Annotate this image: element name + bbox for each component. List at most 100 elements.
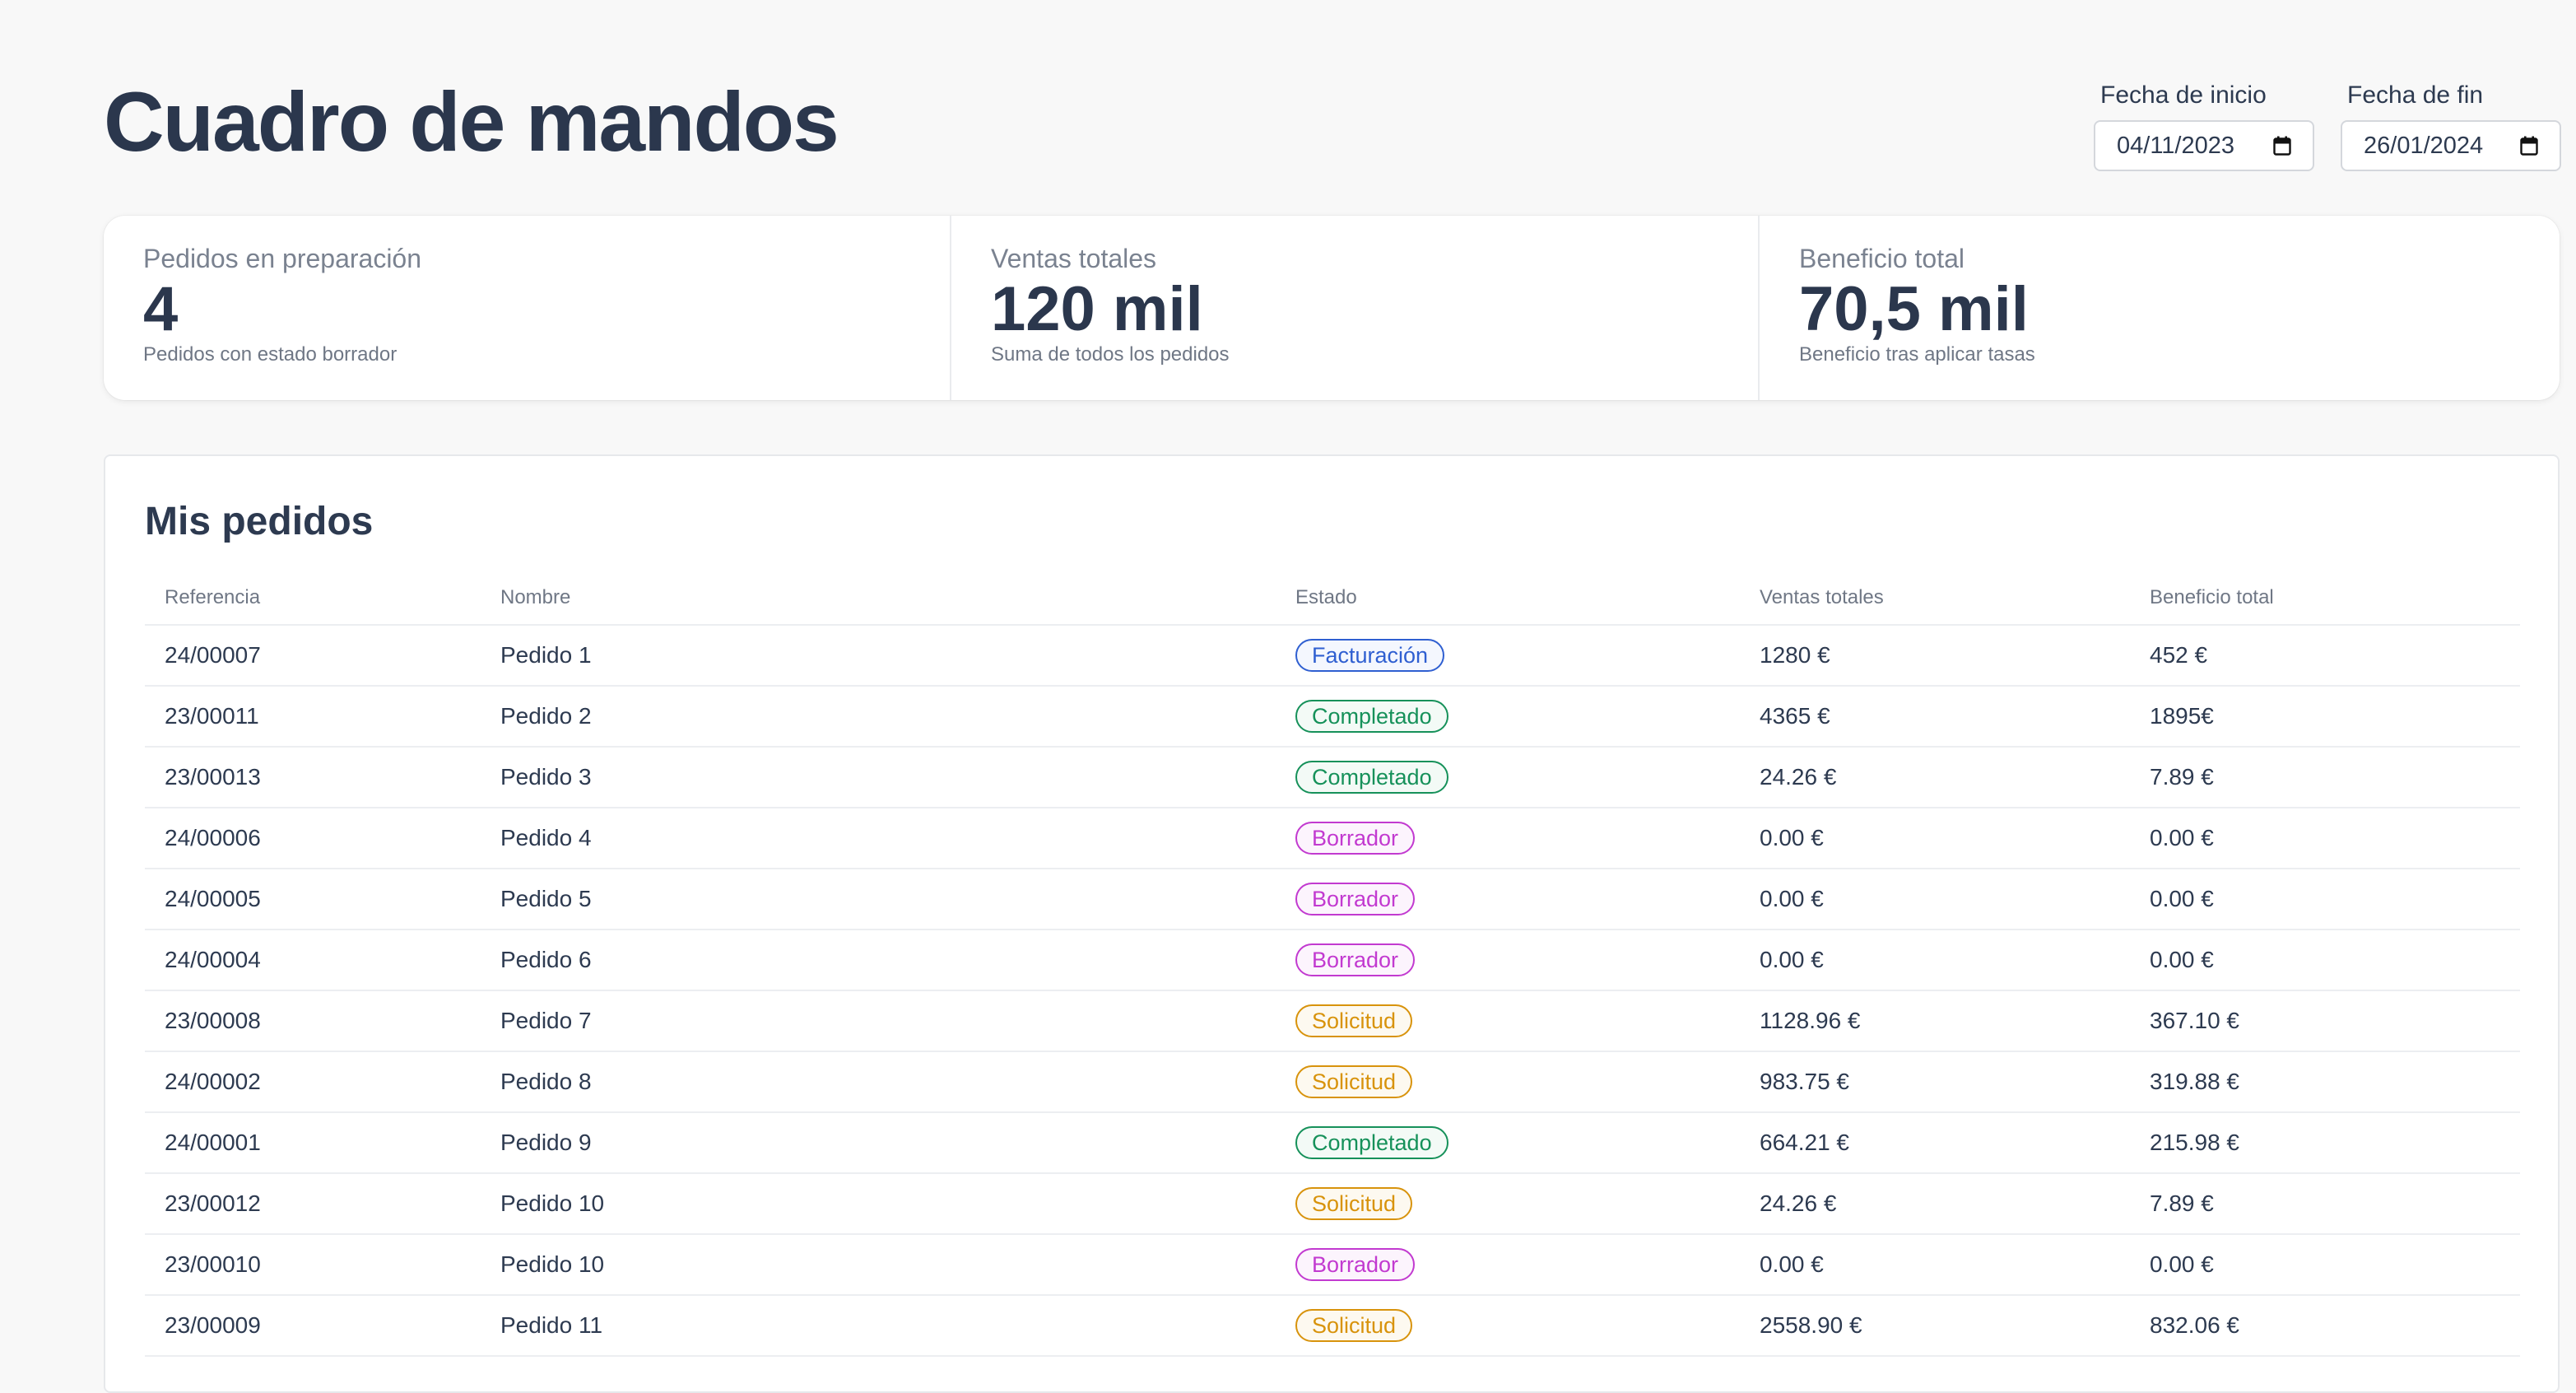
order-total-sales-cell: 0.00 € — [1740, 808, 2130, 869]
order-name-cell: Pedido 1 — [481, 625, 1276, 687]
order-total-profit: 0.00 € — [2150, 825, 2214, 850]
order-total-sales: 0.00 € — [1760, 886, 1824, 911]
order-status-cell: Solicitud — [1276, 990, 1740, 1052]
order-reference-cell: 23/00013 — [145, 747, 481, 808]
order-name-cell: Pedido 11 — [481, 1295, 1276, 1357]
start-date-label: Fecha de inicio — [2100, 82, 2267, 109]
order-total-profit-cell: 0.00 € — [2130, 808, 2520, 869]
order-total-profit: 452 € — [2150, 642, 2208, 668]
stat-description: Suma de todos los pedidos — [991, 343, 1230, 366]
order-total-sales-cell: 24.26 € — [1740, 747, 2130, 808]
order-total-sales: 24.26 € — [1760, 1190, 1837, 1216]
column-header-total-sales[interactable]: Ventas totales — [1740, 571, 2130, 626]
table-row[interactable]: 24/00006 Pedido 4 Borrador 0.00 € 0.00 € — [145, 808, 2520, 869]
order-total-profit: 0.00 € — [2150, 886, 2214, 911]
stat-value: 70,5 mil — [1799, 274, 2029, 344]
order-name: Pedido 10 — [500, 1190, 605, 1216]
order-total-profit-cell: 452 € — [2130, 625, 2520, 687]
order-reference-cell: 24/00004 — [145, 929, 481, 991]
table-row[interactable]: 23/00008 Pedido 7 Solicitud 1128.96 € 367.10… — [145, 990, 2520, 1052]
order-total-profit: 215.98 € — [2150, 1130, 2239, 1155]
column-header-reference[interactable]: Referencia — [145, 571, 481, 626]
table-header-row: Referencia Nombre Estado Ventas totales … — [145, 571, 2520, 626]
order-total-sales: 0.00 € — [1760, 947, 1824, 972]
order-status-cell: Solicitud — [1276, 1051, 1740, 1113]
orders-card: Mis pedidos Referencia Nombre Estado Ven… — [104, 454, 2560, 1393]
order-total-profit-cell: 0.00 € — [2130, 1234, 2520, 1296]
order-total-sales-cell: 664.21 € — [1740, 1112, 2130, 1174]
order-name: Pedido 3 — [500, 764, 592, 790]
table-row[interactable]: 23/00011 Pedido 2 Completado 4365 € 1895€ — [145, 686, 2520, 748]
end-date-value: 26/01/2024 — [2364, 132, 2484, 159]
stat-orders-in-preparation: Pedidos en preparación 4 Pedidos con est… — [104, 216, 951, 400]
stat-value: 4 — [143, 274, 179, 344]
status-badge: Borrador — [1295, 883, 1416, 915]
order-status-cell: Solicitud — [1276, 1295, 1740, 1357]
status-badge: Facturación — [1295, 639, 1445, 672]
order-reference: 23/00013 — [165, 764, 261, 790]
stat-description: Beneficio tras aplicar tasas — [1799, 343, 2035, 366]
table-row[interactable]: 24/00005 Pedido 5 Borrador 0.00 € 0.00 € — [145, 869, 2520, 930]
order-total-profit-cell: 0.00 € — [2130, 929, 2520, 991]
table-row[interactable]: 24/00002 Pedido 8 Solicitud 983.75 € 319.88 … — [145, 1051, 2520, 1113]
order-total-profit: 367.10 € — [2150, 1008, 2239, 1033]
order-reference: 24/00002 — [165, 1069, 261, 1094]
order-total-profit-cell: 319.88 € — [2130, 1051, 2520, 1113]
table-row[interactable]: 24/00004 Pedido 6 Borrador 0.00 € 0.00 € — [145, 929, 2520, 991]
start-date-input[interactable]: 04/11/2023 — [2094, 120, 2314, 171]
status-badge: Borrador — [1295, 822, 1416, 855]
order-status-cell: Borrador — [1276, 869, 1740, 930]
order-total-profit-cell: 1895€ — [2130, 686, 2520, 748]
order-total-sales-cell: 1128.96 € — [1740, 990, 2130, 1052]
table-row[interactable]: 23/00010 Pedido 10 Borrador 0.00 € 0.00 € — [145, 1234, 2520, 1296]
column-header-name[interactable]: Nombre — [481, 571, 1276, 626]
order-total-profit: 1895€ — [2150, 703, 2214, 729]
order-name-cell: Pedido 9 — [481, 1112, 1276, 1174]
order-name-cell: Pedido 8 — [481, 1051, 1276, 1113]
stat-value: 120 mil — [991, 274, 1203, 344]
order-reference: 24/00007 — [165, 642, 261, 668]
order-total-profit-cell: 367.10 € — [2130, 990, 2520, 1052]
status-badge: Borrador — [1295, 1248, 1416, 1281]
order-total-sales: 2558.90 € — [1760, 1312, 1862, 1338]
order-name-cell: Pedido 7 — [481, 990, 1276, 1052]
end-date-label: Fecha de fin — [2347, 82, 2484, 109]
order-total-profit: 0.00 € — [2150, 1251, 2214, 1277]
order-total-sales-cell: 1280 € — [1740, 625, 2130, 687]
stats-card: Pedidos en preparación 4 Pedidos con est… — [104, 216, 2560, 400]
stat-label: Pedidos en preparación — [143, 244, 422, 273]
order-total-profit-cell: 832.06 € — [2130, 1295, 2520, 1357]
table-row[interactable]: 23/00009 Pedido 11 Solicitud 2558.90 € 832.0… — [145, 1295, 2520, 1357]
order-status-cell: Borrador — [1276, 1234, 1740, 1296]
order-reference: 24/00005 — [165, 886, 261, 911]
end-date-input[interactable]: 26/01/2024 — [2341, 120, 2561, 171]
order-total-profit-cell: 7.89 € — [2130, 1173, 2520, 1235]
calendar-icon[interactable] — [2520, 136, 2538, 156]
table-row[interactable]: 24/00007 Pedido 1 Facturación 1280 € 452 € — [145, 625, 2520, 687]
order-name: Pedido 6 — [500, 947, 592, 972]
order-name: Pedido 4 — [500, 825, 592, 850]
order-reference: 23/00011 — [165, 703, 259, 729]
status-badge: Solicitud — [1295, 1187, 1413, 1220]
order-total-sales: 983.75 € — [1760, 1069, 1849, 1094]
status-badge: Borrador — [1295, 943, 1416, 976]
table-row[interactable]: 23/00013 Pedido 3 Completado 24.26 € 7.89 € — [145, 747, 2520, 808]
page-title: Cuadro de mandos — [104, 75, 839, 169]
status-badge: Completado — [1295, 700, 1448, 733]
column-header-total-profit[interactable]: Beneficio total — [2130, 571, 2520, 626]
order-name-cell: Pedido 10 — [481, 1234, 1276, 1296]
table-row[interactable]: 23/00012 Pedido 10 Solicitud 24.26 € 7.89 € — [145, 1173, 2520, 1235]
start-date-value: 04/11/2023 — [2117, 132, 2234, 159]
order-reference: 24/00006 — [165, 825, 261, 850]
order-status-cell: Facturación — [1276, 625, 1740, 687]
order-reference-cell: 23/00011 — [145, 686, 481, 748]
stat-total-sales: Ventas totales 120 mil Suma de todos los… — [951, 216, 1760, 400]
stat-description: Pedidos con estado borrador — [143, 343, 398, 366]
calendar-icon[interactable] — [2273, 136, 2291, 156]
order-reference: 23/00008 — [165, 1008, 261, 1033]
table-row[interactable]: 24/00001 Pedido 9 Completado 664.21 € 215.98… — [145, 1112, 2520, 1174]
column-header-status[interactable]: Estado — [1276, 571, 1740, 626]
order-status-cell: Solicitud — [1276, 1173, 1740, 1235]
status-badge: Solicitud — [1295, 1065, 1413, 1098]
order-name: Pedido 1 — [500, 642, 592, 668]
